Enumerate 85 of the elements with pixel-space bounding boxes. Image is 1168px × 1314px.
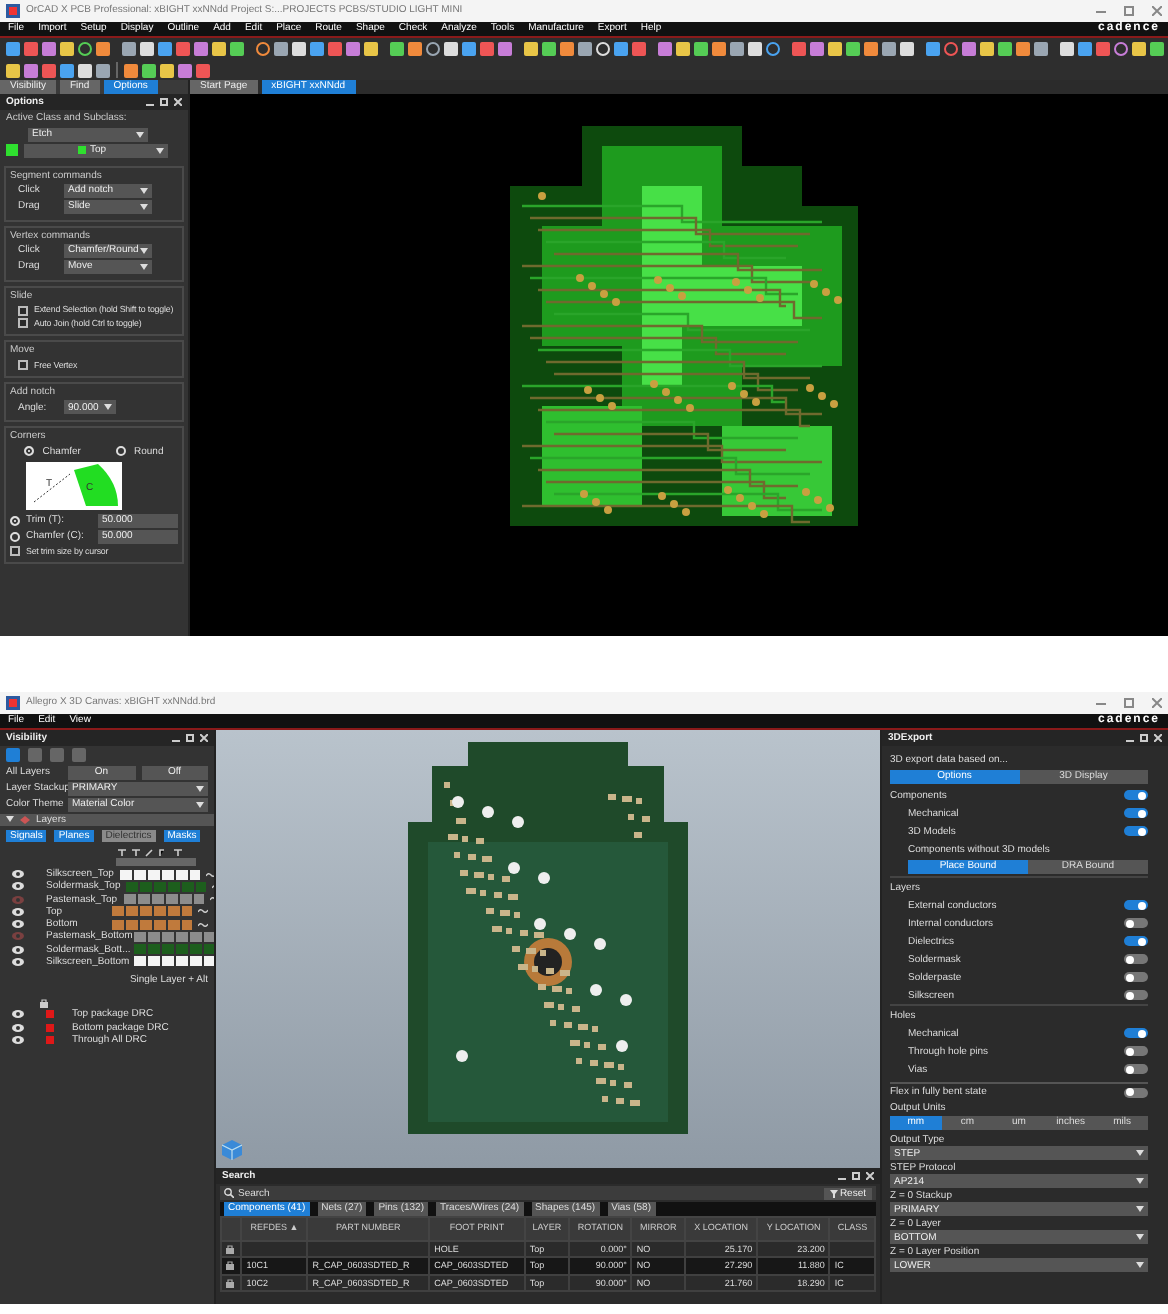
layer-color-swatch[interactable] <box>112 919 192 930</box>
layer-color-swatch <box>6 144 18 156</box>
search-icon <box>224 1188 234 1199</box>
toggle-switch[interactable] <box>1124 918 1148 929</box>
float-icon[interactable] <box>186 734 194 743</box>
filter-icon <box>829 1189 838 1198</box>
radio-button[interactable] <box>24 446 35 457</box>
layers-icon <box>20 815 30 824</box>
eye-icon[interactable] <box>12 957 24 966</box>
eye-icon[interactable] <box>12 907 24 916</box>
circle-tool-icon[interactable] <box>766 42 780 56</box>
app-logo-icon <box>6 696 20 710</box>
toggle-switch[interactable] <box>1124 790 1148 801</box>
toggle-switch[interactable] <box>1124 972 1148 983</box>
caret-icon <box>1136 1234 1144 1241</box>
circle-tool-icon[interactable] <box>1114 42 1128 56</box>
checkbox[interactable] <box>18 318 28 328</box>
lock-icon <box>226 1278 234 1289</box>
caret-icon <box>140 203 148 210</box>
layer-color-swatch[interactable] <box>123 894 204 905</box>
drc-marker-icon <box>46 1010 54 1019</box>
eye-icon[interactable] <box>12 882 24 891</box>
layer-color-swatch[interactable] <box>126 881 207 892</box>
eye-icon[interactable] <box>12 1035 24 1044</box>
app-logo-icon <box>6 4 20 18</box>
close-icon[interactable] <box>174 98 182 107</box>
circle-tool-icon[interactable] <box>78 42 92 56</box>
toggle-switch[interactable] <box>1124 1046 1148 1057</box>
toggle-switch[interactable] <box>1124 808 1148 819</box>
layer-color-swatch[interactable] <box>119 869 200 880</box>
drc-marker-icon <box>46 1035 54 1044</box>
close-icon[interactable] <box>200 734 208 743</box>
layer-column-icons <box>116 848 196 866</box>
layer-color-swatch[interactable] <box>134 956 214 967</box>
eye-icon[interactable] <box>12 1023 24 1032</box>
caret-icon <box>1136 1206 1144 1213</box>
drc-marker-icon <box>46 1023 54 1032</box>
toggle-switch[interactable] <box>1124 954 1148 965</box>
caret-icon <box>140 264 148 270</box>
eye-icon[interactable] <box>12 1010 24 1019</box>
caret-icon <box>1136 1262 1144 1269</box>
caret-icon <box>196 801 204 807</box>
circle-tool-icon[interactable] <box>426 42 440 56</box>
checkbox[interactable] <box>18 305 28 315</box>
radio-button[interactable] <box>10 515 20 526</box>
layer-color-swatch[interactable] <box>112 906 192 917</box>
layer-color-swatch[interactable] <box>134 944 214 955</box>
float-icon[interactable] <box>852 1172 860 1181</box>
expand-arrow-icon[interactable] <box>6 816 14 823</box>
checkbox[interactable] <box>10 546 20 556</box>
caret-icon <box>136 131 144 137</box>
float-icon[interactable] <box>1140 734 1148 743</box>
toggle-switch[interactable] <box>1124 990 1148 1001</box>
toggle-switch[interactable] <box>1124 900 1148 911</box>
toggle-switch[interactable] <box>1124 1087 1148 1098</box>
toggle-switch[interactable] <box>1124 826 1148 837</box>
view-cube-icon[interactable] <box>222 1140 242 1160</box>
caret-icon <box>156 147 164 153</box>
caret-icon <box>1136 1150 1144 1157</box>
eye-icon[interactable] <box>12 870 24 879</box>
eye-icon[interactable] <box>12 920 24 929</box>
toggle-switch[interactable] <box>1124 1064 1148 1075</box>
lock-icon <box>226 1260 234 1271</box>
close-icon[interactable] <box>1154 734 1162 743</box>
lock-icon <box>40 998 48 1009</box>
layer-color-swatch[interactable] <box>134 931 214 942</box>
lock-icon <box>226 1243 234 1254</box>
caret-icon <box>196 785 204 791</box>
toggle-switch[interactable] <box>1124 1028 1148 1039</box>
maximize-icon[interactable] <box>1124 6 1134 16</box>
layer-color-icon <box>77 146 86 154</box>
wave-icon <box>205 871 214 878</box>
toggle-switch[interactable] <box>1124 936 1148 947</box>
maximize-icon[interactable] <box>1124 698 1134 708</box>
checkbox[interactable] <box>18 359 28 370</box>
radio-button[interactable] <box>115 446 126 457</box>
close-icon[interactable] <box>866 1172 874 1181</box>
caret-icon <box>104 404 112 411</box>
radio-button[interactable] <box>10 531 20 542</box>
float-icon[interactable] <box>160 98 168 107</box>
eye-icon[interactable] <box>12 945 24 954</box>
caret-icon <box>1136 1178 1144 1185</box>
caret-icon <box>140 187 148 194</box>
caret-icon <box>140 248 148 254</box>
circle-tool-icon[interactable] <box>256 42 270 56</box>
